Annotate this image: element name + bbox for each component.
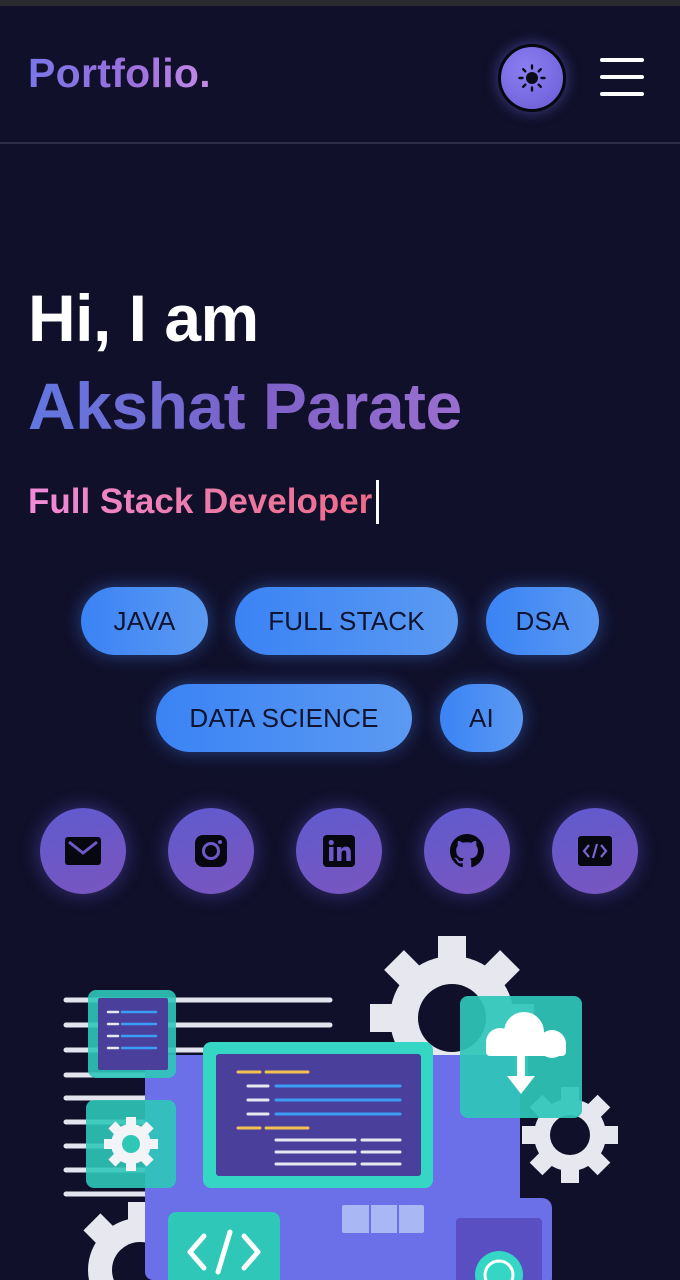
tag-dsa[interactable]: DSA: [486, 587, 599, 655]
tag-data-science[interactable]: DATA SCIENCE: [156, 684, 412, 752]
tag-java[interactable]: JAVA: [81, 587, 208, 655]
social-linkedin-button[interactable]: [296, 808, 382, 894]
social-instagram-button[interactable]: [168, 808, 254, 894]
tag-full-stack[interactable]: FULL STACK: [235, 587, 458, 655]
hero-role-text: Full Stack Developer: [28, 482, 373, 521]
social-mail-button[interactable]: [40, 808, 126, 894]
mail-icon: [65, 837, 101, 865]
hamburger-menu-icon[interactable]: [600, 56, 646, 98]
hero-greeting: Hi, I am: [28, 281, 259, 355]
menu-line: [600, 75, 644, 79]
tag-ai[interactable]: AI: [440, 684, 523, 752]
linkedin-icon: [323, 835, 355, 867]
instagram-icon: [195, 835, 227, 867]
code-icon: [578, 836, 612, 866]
navbar: Portfolio.: [0, 6, 680, 144]
menu-line: [600, 92, 644, 96]
social-code-button[interactable]: [552, 808, 638, 894]
site-logo[interactable]: Portfolio.: [28, 50, 211, 97]
hero-role: Full Stack Developer: [28, 480, 380, 524]
social-github-button[interactable]: [424, 808, 510, 894]
typing-cursor: [376, 480, 380, 524]
developer-workspace-illustration: [63, 936, 618, 1280]
github-icon: [450, 834, 484, 868]
menu-line: [600, 58, 644, 62]
theme-toggle-button[interactable]: [498, 44, 566, 112]
sun-icon: [518, 64, 546, 92]
hero-name: Akshat Parate: [28, 369, 462, 443]
